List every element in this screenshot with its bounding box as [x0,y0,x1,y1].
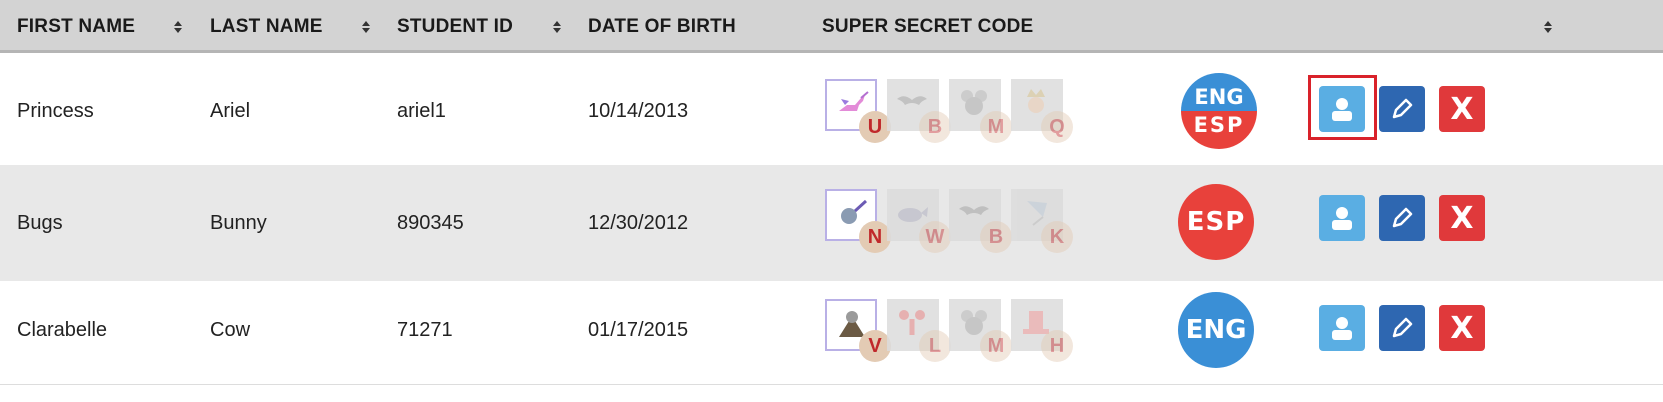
secret-code: N W B K [825,165,1085,281]
view-profile-button[interactable] [1319,195,1365,241]
table-row: Bugs Bunny 890345 12/30/2012 N W B K ESP [0,165,1663,281]
pencil-icon [1392,317,1413,338]
code-letter: H [1041,330,1073,362]
selection-highlight [1308,75,1377,140]
student-id-cell: 71271 [397,318,453,341]
column-header-super-secret-code: SUPER SECRET CODE [822,15,1034,37]
code-letter: M [980,111,1012,143]
table-row: Princess Ariel ariel1 10/14/2013 U B M Q… [0,53,1663,169]
language-badge: ESP [1178,184,1254,260]
code-letter: B [919,111,951,143]
code-letter: W [919,221,951,253]
first-name-cell: Bugs [17,211,63,234]
table-header: FIRST NAME LAST NAME STUDENT ID DATE OF … [0,0,1663,53]
code-letter: M [980,330,1012,362]
dob-cell: 01/17/2015 [588,318,689,341]
secret-code: V L M H [825,272,1085,388]
sort-first-name-icon[interactable] [173,0,183,53]
last-name-cell: Ariel [210,99,251,122]
view-profile-button[interactable] [1319,305,1365,351]
column-header-last-name[interactable]: LAST NAME [210,0,323,53]
table-bottom-border [0,384,1663,385]
code-letter: B [980,221,1012,253]
language-esp: ESP [1181,111,1257,149]
dob-cell: 12/30/2012 [588,211,689,234]
sort-actions-icon[interactable] [1543,0,1553,53]
edit-button[interactable] [1379,305,1425,351]
delete-button[interactable]: X [1439,305,1485,351]
table-row: Clarabelle Cow 71271 01/17/2015 V L M H … [0,272,1663,388]
language-badge: ENG [1178,292,1254,368]
code-letter: L [919,330,951,362]
code-letter: K [1041,221,1073,253]
language-badge: ENG ESP [1181,73,1257,149]
code-letter: Q [1041,111,1073,143]
dob-cell: 10/14/2013 [588,99,689,122]
user-icon [1332,207,1352,230]
pencil-icon [1392,98,1413,119]
sort-last-name-icon[interactable] [361,0,371,53]
column-header-student-id[interactable]: STUDENT ID [397,0,513,53]
user-icon [1332,317,1352,340]
first-name-cell: Clarabelle [17,318,108,341]
edit-button[interactable] [1379,195,1425,241]
student-id-cell: ariel1 [397,99,446,122]
column-header-date-of-birth: DATE OF BIRTH [588,15,736,37]
delete-button[interactable]: X [1439,86,1485,132]
last-name-cell: Cow [210,318,251,341]
language-eng: ENG [1181,73,1257,111]
first-name-cell: Princess [17,99,94,122]
delete-button[interactable]: X [1439,195,1485,241]
pencil-icon [1392,207,1413,228]
last-name-cell: Bunny [210,211,267,234]
sort-student-id-icon[interactable] [552,0,562,53]
column-header-first-name[interactable]: FIRST NAME [17,0,135,53]
secret-code: U B M Q [825,53,1085,169]
edit-button[interactable] [1379,86,1425,132]
student-id-cell: 890345 [397,211,464,234]
